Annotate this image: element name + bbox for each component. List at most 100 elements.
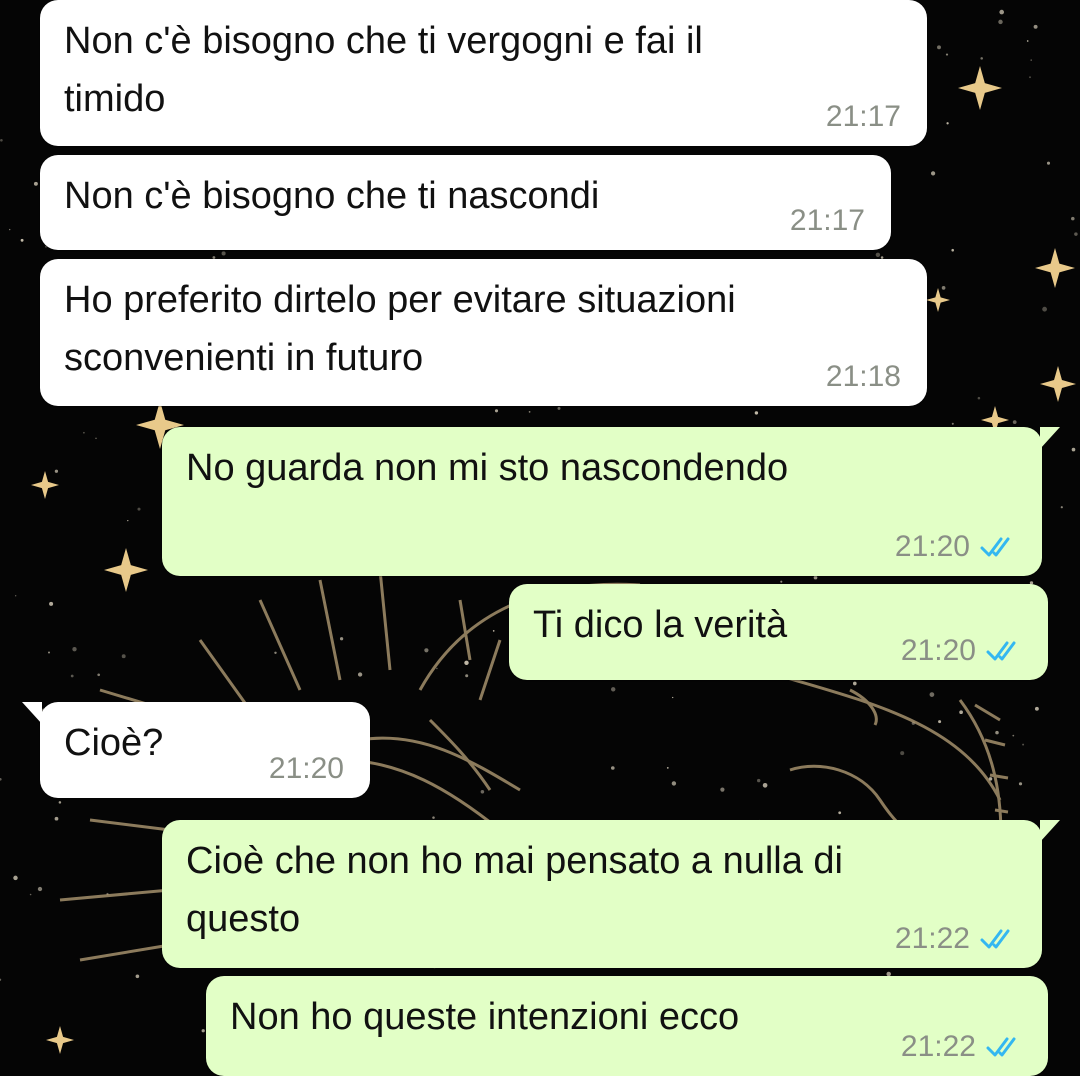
star-dot [938, 720, 942, 724]
double-check-icon [980, 929, 1010, 949]
double-check-icon [986, 1037, 1016, 1057]
message-text: Cioè che non ho mai pensato a nulla di q… [186, 840, 844, 940]
star-dot [780, 580, 783, 583]
outgoing-message-bubble[interactable]: Ti dico la verità 21:20 [509, 584, 1048, 680]
star-dot [58, 801, 62, 804]
star-dot [1022, 743, 1025, 746]
star-dot [48, 651, 50, 654]
star-dot [464, 660, 469, 666]
star-dot [357, 672, 363, 677]
star-dot [1018, 782, 1023, 786]
star-dot [15, 595, 17, 597]
star-dot [757, 778, 761, 783]
message-timestamp: 21:17 [825, 100, 901, 133]
message-timestamp: 21:22 [894, 922, 970, 955]
message-text: Non c'è bisogno che ti nascondi [64, 175, 600, 217]
message-text: Ti dico la verità [533, 604, 788, 646]
star-dot [900, 751, 905, 756]
message-meta: 21:17 [790, 204, 865, 238]
message-meta: 21:22 [895, 922, 1020, 956]
star-dot [49, 601, 54, 606]
star-dot [1012, 420, 1017, 424]
bubble-tail [1040, 820, 1060, 842]
star-dot [465, 674, 469, 678]
outgoing-message-bubble[interactable]: No guarda non mi sto nascondendo 21:20 [162, 427, 1060, 576]
star-dot [999, 9, 1005, 15]
star-dot [83, 431, 85, 434]
star-dot [1034, 706, 1039, 711]
star-dot [838, 811, 842, 815]
message-timestamp: 21:20 [268, 752, 344, 785]
star-dot [980, 57, 983, 60]
star-dot [70, 674, 74, 678]
star-dot [557, 406, 561, 410]
double-check-icon [980, 537, 1010, 557]
message-meta: 21:17 [826, 100, 901, 134]
star-dot [33, 181, 38, 186]
message-meta: 21:18 [826, 360, 901, 394]
star-dot [436, 667, 438, 670]
message-text: Ho preferito dirtelo per evitare situazi… [64, 279, 736, 379]
star-dot [951, 422, 954, 425]
star-dot [135, 974, 140, 979]
star-dot [1042, 306, 1047, 312]
star-dot [492, 630, 495, 632]
message-timestamp: 21:17 [789, 204, 865, 237]
star-dot [610, 687, 616, 692]
star-dot [929, 692, 935, 697]
star-dot [54, 816, 59, 821]
star-dot [221, 251, 226, 256]
star-dot [339, 637, 344, 641]
star-dot [121, 654, 126, 659]
incoming-message-bubble[interactable]: Non c'è bisogno che ti vergogni e fai il… [40, 0, 927, 146]
message-text: Non c'è bisogno che ti vergogni e fai il… [64, 20, 703, 120]
message-text: No guarda non mi sto nascondendo [186, 447, 789, 489]
star-dot [672, 696, 674, 699]
incoming-message-bubble[interactable]: Ho preferito dirtelo per evitare situazi… [40, 259, 927, 406]
star-dot [13, 875, 18, 881]
star-dot [930, 171, 936, 176]
star-dot [754, 411, 759, 415]
star-dot [995, 730, 999, 735]
star-dot [37, 886, 43, 892]
bubble-tail [22, 702, 42, 724]
message-meta: 21:20 [269, 752, 344, 786]
message-timestamp: 21:20 [894, 530, 970, 563]
star-dot [1012, 734, 1015, 737]
star-dot [1060, 506, 1063, 509]
star-dot [528, 411, 531, 413]
star-dot [1046, 161, 1051, 165]
star-dot [424, 648, 429, 653]
star-dot [274, 651, 277, 655]
star-dot [941, 286, 946, 290]
message-text: Cioè? [64, 722, 164, 764]
star-dot [998, 19, 1003, 25]
incoming-message-bubble[interactable]: Cioè? 21:20 [22, 702, 370, 798]
star-dot [875, 252, 881, 258]
star-dot [1030, 59, 1032, 61]
star-dot [0, 138, 3, 142]
star-dot [1071, 216, 1075, 221]
star-dot [20, 238, 24, 242]
star-dot [1029, 76, 1031, 79]
message-timestamp: 21:18 [825, 360, 901, 393]
outgoing-message-bubble[interactable]: Cioè che non ho mai pensato a nulla di q… [162, 820, 1060, 968]
incoming-message-bubble[interactable]: Non c'è bisogno che ti nascondi 21:17 [40, 155, 891, 250]
star-dot [95, 437, 97, 440]
star-dot [937, 45, 941, 50]
message-meta: 21:20 [895, 530, 1020, 564]
star-dot [1074, 232, 1078, 236]
star-dot [671, 781, 677, 786]
star-dot [1071, 447, 1076, 452]
star-dot [72, 647, 77, 652]
message-timestamp: 21:20 [900, 634, 976, 667]
star-dot [494, 409, 499, 413]
bubble-tail [1040, 427, 1060, 449]
star-dot [9, 228, 11, 231]
star-dot [945, 53, 949, 56]
star-dot [29, 893, 32, 896]
star-dot [977, 396, 981, 400]
star-dot [127, 519, 129, 522]
outgoing-message-bubble[interactable]: Non ho queste intenzioni ecco 21:22 [206, 976, 1048, 1076]
star-dot [480, 790, 485, 794]
